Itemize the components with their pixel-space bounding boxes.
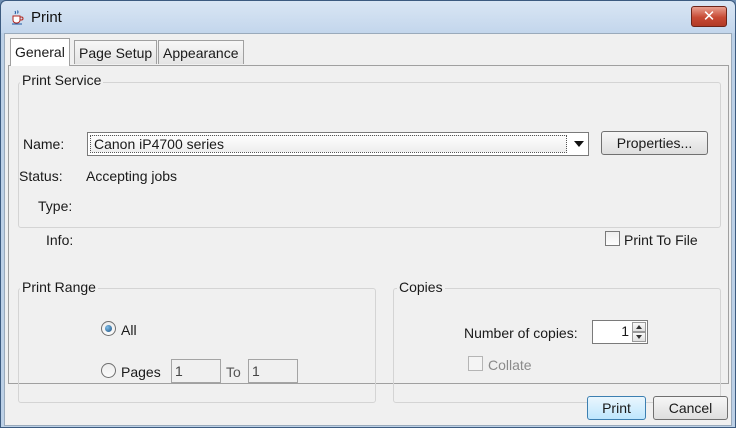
status-value: Accepting jobs (86, 168, 178, 184)
pages-radio[interactable] (101, 363, 116, 378)
dialog-content: General Page Setup Appearance Print Serv… (4, 33, 732, 426)
general-tab-panel: Print Service Name: Canon iP4700 series … (8, 65, 729, 403)
all-label[interactable]: All (121, 322, 137, 338)
tab-label: Appearance (163, 45, 239, 61)
java-coffee-icon (9, 9, 25, 25)
copies-spinner[interactable]: 1 (592, 320, 648, 344)
selected-printer: Canon iP4700 series (90, 135, 567, 153)
copies-title: Copies (397, 279, 445, 295)
status-label: Status: (19, 168, 63, 184)
to-label: To (226, 364, 241, 380)
print-button-label: Print (602, 400, 631, 416)
print-range-group (18, 288, 376, 403)
dropdown-arrow-icon[interactable] (574, 141, 584, 147)
print-dialog-window: Print ✕ General Page Setup Appearance Pr… (0, 0, 736, 428)
printer-name-combobox[interactable]: Canon iP4700 series (87, 132, 589, 156)
window-title: Print (31, 9, 62, 26)
pages-to-field[interactable]: 1 (248, 359, 298, 383)
title-bar[interactable]: Print ✕ (1, 1, 735, 33)
properties-label: Properties... (616, 135, 693, 151)
tab-label: General (15, 44, 65, 60)
properties-button[interactable]: Properties... (601, 131, 708, 155)
print-to-file-checkbox[interactable] (605, 231, 620, 246)
tab-general[interactable]: General (10, 38, 70, 66)
cancel-button-label: Cancel (668, 400, 713, 416)
close-icon[interactable]: ✕ (691, 6, 727, 27)
pages-label[interactable]: Pages (121, 364, 161, 380)
copies-group (393, 288, 721, 403)
info-label: Info: (46, 232, 74, 248)
spinner-up-icon[interactable] (632, 322, 646, 332)
print-to-file-label[interactable]: Print To File (624, 232, 698, 248)
type-label: Type: (38, 198, 73, 214)
pages-from-field[interactable]: 1 (171, 359, 221, 383)
collate-label: Collate (488, 357, 532, 373)
copies-value: 1 (621, 323, 629, 339)
name-label: Name: (23, 136, 65, 152)
collate-checkbox[interactable] (468, 356, 483, 371)
all-radio[interactable] (101, 321, 116, 336)
spinner-down-icon[interactable] (632, 332, 646, 342)
cancel-button[interactable]: Cancel (653, 396, 728, 420)
radio-selected-dot (105, 325, 112, 332)
tab-label: Page Setup (79, 45, 153, 61)
print-button[interactable]: Print (587, 396, 646, 420)
tab-page-setup[interactable]: Page Setup (74, 40, 158, 64)
print-service-title: Print Service (20, 72, 104, 88)
print-range-title: Print Range (20, 279, 98, 295)
tab-appearance[interactable]: Appearance (158, 40, 244, 64)
number-of-copies-label: Number of copies: (464, 325, 578, 341)
